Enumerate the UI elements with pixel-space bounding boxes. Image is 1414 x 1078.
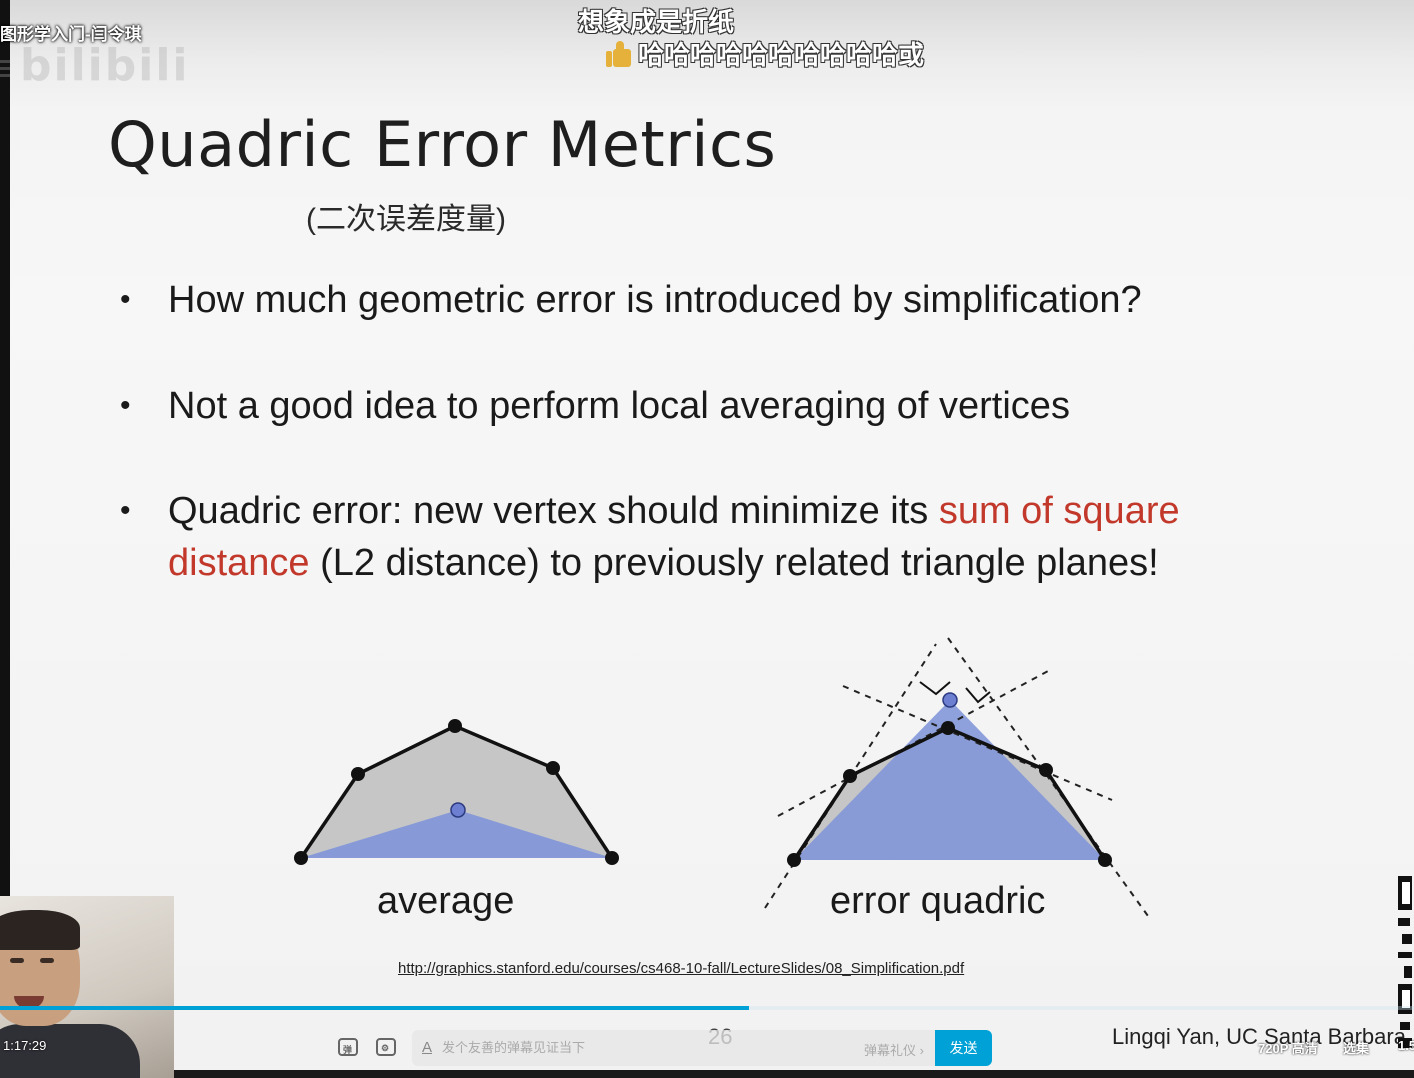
vertex-dot bbox=[843, 769, 857, 783]
progress-fill bbox=[0, 1006, 750, 1010]
thumbs-up-icon bbox=[606, 40, 632, 67]
vertex-dot bbox=[351, 767, 365, 781]
danmaku-comment: 想象成是折纸 bbox=[578, 7, 735, 37]
vertex-dot bbox=[787, 853, 801, 867]
bullet-text-suffix: (L2 distance) to previously related tria… bbox=[309, 542, 1159, 584]
send-danmaku-button[interactable]: 发送 bbox=[935, 1030, 992, 1066]
bilibili-watermark: bilibili bbox=[20, 40, 190, 91]
bullet-text: How much geometric error is introduced b… bbox=[168, 279, 1142, 321]
vertex-dot bbox=[448, 719, 462, 733]
highlight-text: sum of square bbox=[938, 490, 1180, 532]
current-time: 1:17:29 bbox=[3, 1038, 47, 1053]
playback-speed-button[interactable]: 1.5x bbox=[1398, 1038, 1414, 1053]
vertex-dot bbox=[941, 721, 955, 735]
danmaku-input-bar: A 弹幕礼仪 › bbox=[412, 1030, 936, 1066]
bullet-dot: • bbox=[120, 389, 131, 422]
video-player[interactable]: Quadric Error Metrics (二次误差度量) • How muc… bbox=[0, 0, 1414, 1078]
bullet-text-prefix: Quadric error: new vertex should minimiz… bbox=[168, 490, 939, 532]
vertex-dot bbox=[294, 851, 308, 865]
progress-bar[interactable] bbox=[0, 1006, 1414, 1010]
slide-subtitle: (二次误差度量) bbox=[306, 203, 506, 236]
simplification-diagram bbox=[294, 637, 1149, 917]
error-quadric-figure bbox=[764, 637, 1149, 917]
highlight-text: distance bbox=[168, 542, 310, 584]
danmaku-comment: 哈哈哈哈哈哈哈哈哈哈或 bbox=[606, 35, 924, 72]
bullet-text: Quadric error: new vertex should minimiz… bbox=[168, 485, 1328, 589]
right-angle-mark bbox=[919, 681, 951, 696]
source-link[interactable]: http://graphics.stanford.edu/courses/cs4… bbox=[398, 960, 964, 977]
vertex-dot bbox=[605, 851, 619, 865]
bullet-dot: • bbox=[120, 494, 131, 527]
player-controls: 1:17:29 弹 ⚙ A 弹幕礼仪 › 发送 720P 高清 选集 1.5x bbox=[0, 1026, 1414, 1070]
danmaku-etiquette-link[interactable]: 弹幕礼仪 › bbox=[864, 1040, 924, 1059]
bullet-dot: • bbox=[120, 283, 131, 316]
danmaku-settings-icon[interactable]: ⚙ bbox=[376, 1038, 396, 1056]
figure-label-average: average bbox=[377, 880, 515, 922]
danmaku-style-icon[interactable]: A bbox=[422, 1039, 432, 1056]
vertex-dot bbox=[546, 761, 560, 775]
slide-title: Quadric Error Metrics bbox=[108, 108, 777, 181]
figure-label-error-quadric: error quadric bbox=[830, 880, 1046, 922]
menu-icon[interactable] bbox=[0, 60, 10, 84]
video-title: 图形学入门-闫令琪 bbox=[0, 25, 142, 44]
bullet-text: Not a good idea to perform local averagi… bbox=[168, 385, 1070, 427]
vertex-dot bbox=[1039, 763, 1053, 777]
episodes-button[interactable]: 选集 bbox=[1343, 1038, 1369, 1057]
vertex-dot bbox=[1098, 853, 1112, 867]
danmaku-input[interactable] bbox=[442, 1035, 742, 1061]
danmaku-toggle-icon[interactable]: 弹 bbox=[338, 1038, 358, 1056]
new-vertex-dot bbox=[450, 802, 466, 818]
danmaku-text: 哈哈哈哈哈哈哈哈哈哈或 bbox=[638, 40, 925, 70]
new-vertex-dot bbox=[942, 692, 958, 708]
average-figure bbox=[294, 719, 619, 865]
quality-selector[interactable]: 720P 高清 bbox=[1258, 1038, 1318, 1057]
